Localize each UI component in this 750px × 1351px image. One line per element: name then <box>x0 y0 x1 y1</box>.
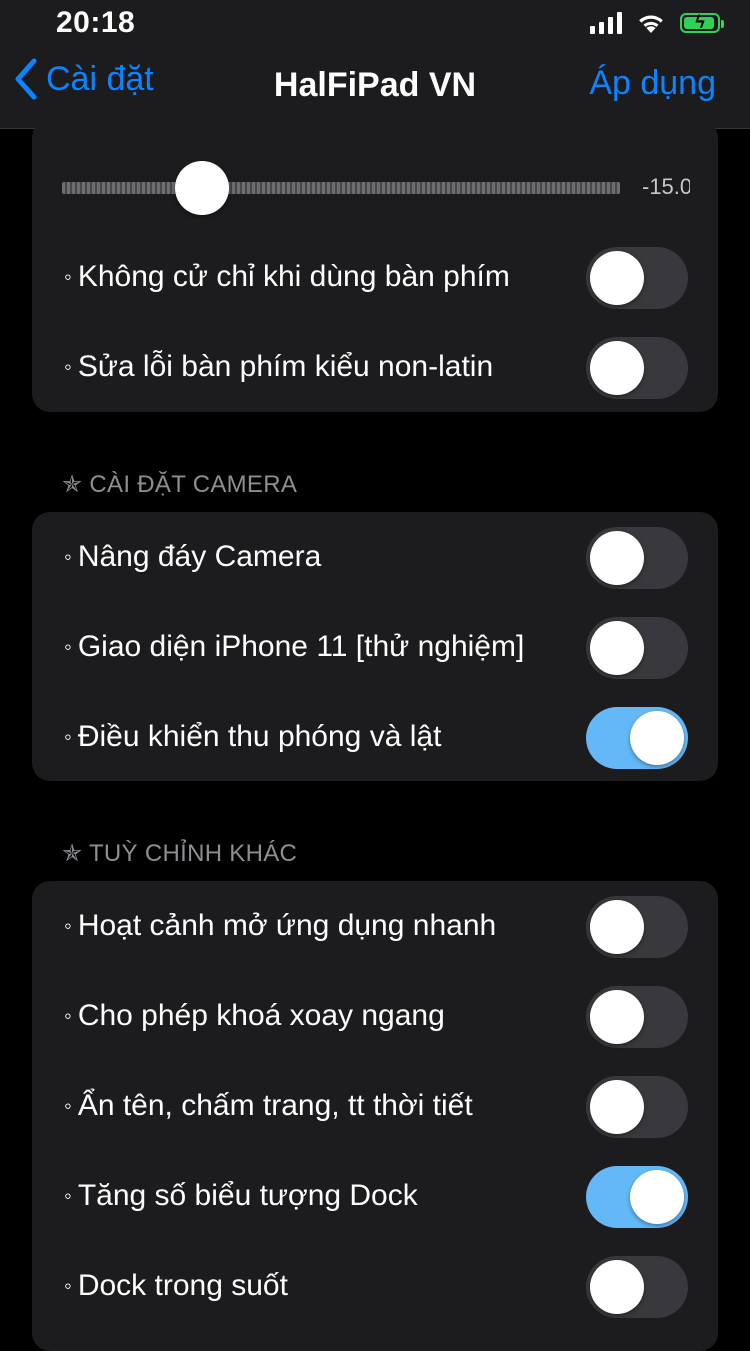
setting-row: ◦ Cho phép khoá xoay ngang <box>32 971 718 1061</box>
toggle-knob <box>590 1080 644 1134</box>
setting-row: ◦ Hoạt cảnh mở ứng dụng nhanh <box>32 881 718 971</box>
battery-charging-icon: ϟ <box>680 12 724 33</box>
slider-knob[interactable] <box>174 161 229 215</box>
toggle-switch[interactable] <box>586 527 688 589</box>
setting-row: ◦ Điều khiển thu phóng và lật <box>32 692 718 782</box>
toggle-knob <box>590 341 644 395</box>
setting-label: ◦ Cho phép khoá xoay ngang <box>64 999 445 1032</box>
setting-label: ◦ Dock trong suốt <box>64 1269 288 1302</box>
signal-icon <box>590 12 622 34</box>
status-bar: 20:18 ϟ <box>0 0 750 48</box>
slider-value: -15.0 <box>642 174 690 199</box>
setting-label: ◦ Sửa lỗi bàn phím kiểu non-latin <box>64 350 494 383</box>
toggle-knob <box>590 621 644 675</box>
toggle-knob <box>590 1260 644 1314</box>
wifi-icon <box>639 15 663 33</box>
toggle-switch[interactable] <box>586 247 688 309</box>
toggle-switch[interactable] <box>586 986 688 1048</box>
toggle-switch[interactable] <box>586 617 688 679</box>
setting-row: ◦ Ẩn tên, chấm trang, tt thời tiết <box>32 1061 718 1151</box>
toggle-switch[interactable] <box>586 707 688 769</box>
toggle-switch[interactable] <box>586 1256 688 1318</box>
camera-settings-group: ◦ Nâng đáy Camera ◦ Giao diện iPhone 11 [t… <box>32 512 718 781</box>
toggle-switch[interactable] <box>586 1076 688 1138</box>
setting-label: ◦ Hoạt cảnh mở ứng dụng nhanh <box>64 909 497 942</box>
toggle-knob <box>590 900 644 954</box>
setting-row: ◦ Dock trong suốt <box>32 1241 718 1331</box>
setting-row: ◦ Tăng số biểu tượng Dock <box>32 1151 718 1241</box>
toggle-knob <box>590 251 644 305</box>
toggle-switch[interactable] <box>586 1166 688 1228</box>
other-settings-group: ◦ Hoạt cảnh mở ứng dụng nhanh ◦ Cho phép k… <box>32 881 718 1351</box>
navigation-bar: Cài đặt HalFiPad VN Áp dụng <box>0 48 750 129</box>
setting-label: ◦ Tăng số biểu tượng Dock <box>64 1179 418 1212</box>
setting-row: ◦ Nâng đáy Camera <box>32 512 718 602</box>
star-icon: ✯ <box>62 840 83 867</box>
setting-label: ◦ Không cử chỉ khi dùng bàn phím <box>64 260 510 293</box>
apply-button[interactable]: Áp dụng <box>589 64 716 103</box>
setting-label: ◦ Điều khiển thu phóng và lật <box>64 720 442 753</box>
toggle-switch[interactable] <box>586 337 688 399</box>
setting-row: ◦ Giao diện iPhone 11 [thử nghiệm] <box>32 602 718 692</box>
keyboard-settings-group: -15.0 ◦ Không cử chỉ khi dùng bàn phím ◦ S… <box>32 120 718 412</box>
status-time: 20:18 <box>56 6 136 39</box>
setting-label: ◦ Ẩn tên, chấm trang, tt thời tiết <box>64 1089 473 1122</box>
section-header-camera: ✯ CÀI ĐẶT CAMERA <box>62 471 298 498</box>
setting-row: ◦ Không cử chỉ khi dùng bàn phím <box>32 232 718 322</box>
toggle-knob <box>590 990 644 1044</box>
setting-label: ◦ Giao diện iPhone 11 [thử nghiệm] <box>64 630 525 663</box>
toggle-knob <box>630 711 684 765</box>
section-header-other: ✯ TUỲ CHỈNH KHÁC <box>62 840 298 867</box>
status-icons: ϟ <box>590 10 724 36</box>
toggle-switch[interactable] <box>586 896 688 958</box>
setting-row: ◦ Sửa lỗi bàn phím kiểu non-latin <box>32 322 718 412</box>
star-icon: ✯ <box>62 471 83 498</box>
toggle-knob <box>630 1170 684 1224</box>
toggle-knob <box>590 531 644 585</box>
slider-track[interactable] <box>62 182 620 194</box>
setting-label: ◦ Nâng đáy Camera <box>64 540 322 573</box>
